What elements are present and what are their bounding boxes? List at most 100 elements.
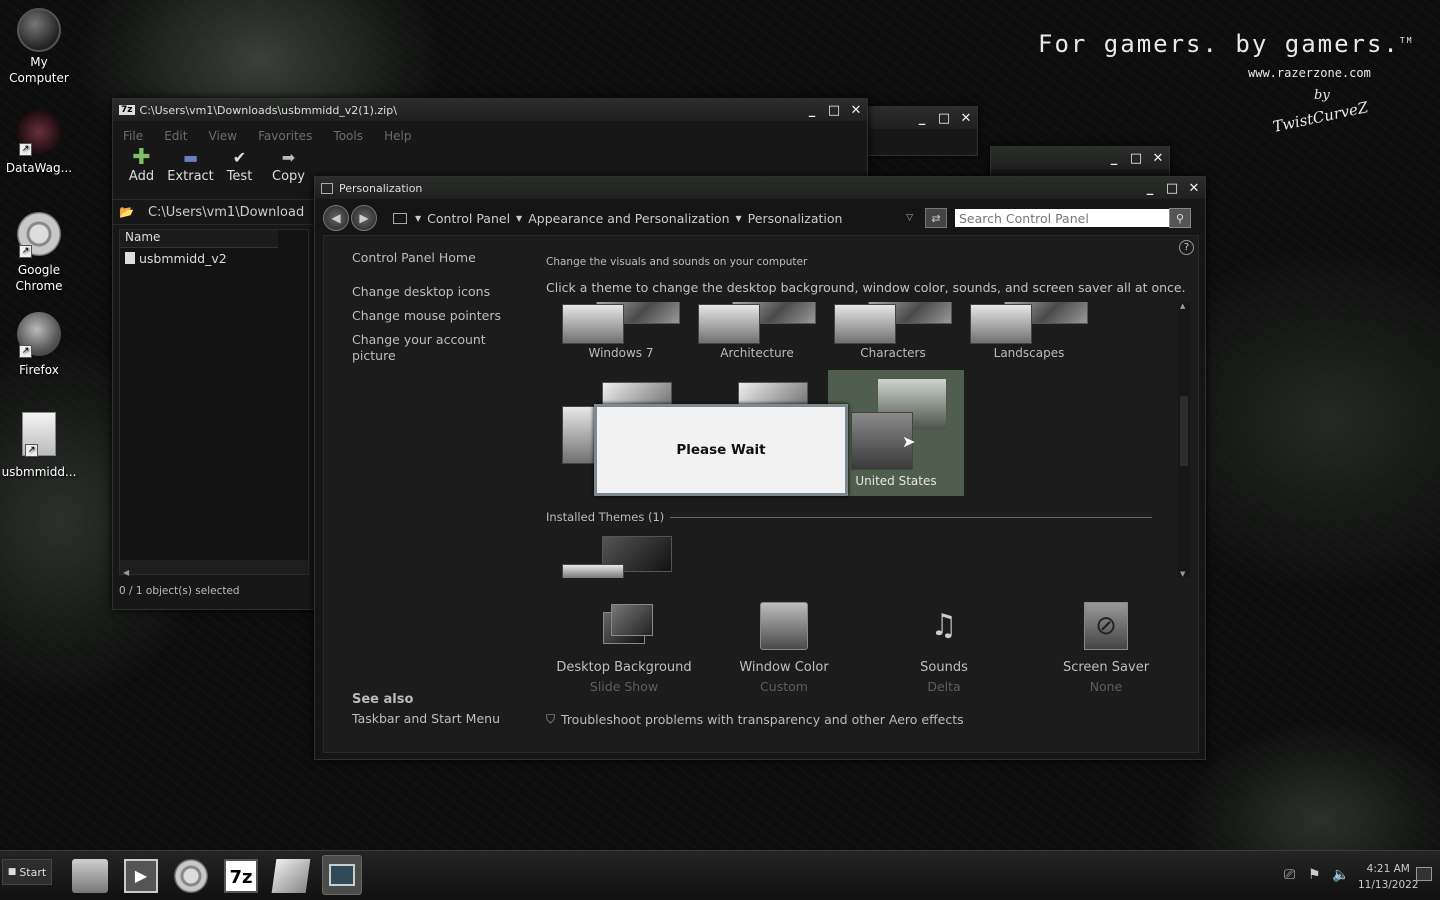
zip-path[interactable]: C:\Users\vm1\Download xyxy=(148,205,304,220)
close-icon[interactable]: ✕ xyxy=(845,101,867,119)
history-dropdown-icon[interactable]: ▽ xyxy=(906,213,913,223)
taskbar-7zip-icon[interactable]: 7z xyxy=(224,859,258,893)
test-button[interactable]: ✔ Test xyxy=(215,147,264,195)
scroll-left-icon[interactable]: ◀ xyxy=(120,568,129,577)
background-window-1[interactable]: _ □ ✕ xyxy=(860,106,978,156)
menu-view[interactable]: View xyxy=(209,129,237,143)
menu-edit[interactable]: Edit xyxy=(164,129,187,143)
desktop-icon-my-computer[interactable]: My Computer xyxy=(0,8,78,86)
add-button[interactable]: ✚ Add xyxy=(117,147,166,195)
taskbar-start-menu-link[interactable]: Taskbar and Start Menu xyxy=(352,707,500,731)
taskbar-media-player-icon[interactable]: ▶ xyxy=(124,859,158,893)
refresh-button[interactable]: ⇄ xyxy=(925,208,947,228)
copy-button[interactable]: ➡ Copy xyxy=(264,147,313,195)
minimize-icon[interactable]: _ xyxy=(911,109,933,127)
chevron-down-icon[interactable]: ▼ xyxy=(736,214,742,223)
breadcrumb-appearance[interactable]: Appearance and Personalization xyxy=(528,211,729,226)
taskbar-control-panel-icon[interactable] xyxy=(322,855,362,895)
change-account-picture-link[interactable]: Change your account picture xyxy=(352,332,512,364)
start-button[interactable]: ■ Start xyxy=(2,859,52,885)
installed-themes-header: Installed Themes (1) xyxy=(546,510,1152,524)
screen-saver-icon: ⊘ xyxy=(1084,602,1128,650)
theme-architecture[interactable]: Architecture xyxy=(692,302,822,360)
breadcrumb-root-icon[interactable] xyxy=(393,212,407,224)
vertical-scrollbar[interactable]: ▲ ▼ xyxy=(1178,302,1190,578)
personalization-titlebar[interactable]: Personalization _ □ ✕ xyxy=(315,177,1205,199)
zip-titlebar[interactable]: 7z C:\Users\vm1\Downloads\usbmmidd_v2(1)… xyxy=(113,99,867,121)
extract-button[interactable]: ▬ Extract xyxy=(166,147,215,195)
minimize-icon[interactable]: _ xyxy=(1103,149,1125,167)
breadcrumb-personalization[interactable]: Personalization xyxy=(748,211,843,226)
desktop-icon-usbmmidd[interactable]: ↗ usbmmidd... xyxy=(0,412,78,480)
firefox-icon: ↗ xyxy=(17,312,61,358)
theme-united-states[interactable]: United States xyxy=(828,370,964,496)
maximize-icon[interactable]: □ xyxy=(1161,179,1183,197)
desktop-background-label: Desktop Background xyxy=(556,660,692,675)
taskbar-notepad-icon[interactable] xyxy=(271,859,311,893)
desktop-icon-datawag[interactable]: ↗ DataWag... xyxy=(0,110,78,176)
control-panel-home-link[interactable]: Control Panel Home xyxy=(352,246,512,270)
menu-favorites[interactable]: Favorites xyxy=(258,129,312,143)
help-icon[interactable]: ? xyxy=(1179,240,1194,255)
minimize-icon[interactable]: _ xyxy=(1139,179,1161,197)
menu-tools[interactable]: Tools xyxy=(333,129,363,143)
maximize-icon[interactable]: □ xyxy=(823,101,845,119)
change-desktop-icons-link[interactable]: Change desktop icons xyxy=(352,280,512,304)
troubleshoot-link[interactable]: ⛉ Troubleshoot problems with transparenc… xyxy=(546,712,964,727)
action-center-flag-icon[interactable]: ⚑ xyxy=(1308,867,1321,883)
taskbar-explorer-icon[interactable] xyxy=(72,859,108,893)
scroll-thumb[interactable] xyxy=(1180,396,1188,466)
personalization-window[interactable]: Personalization _ □ ✕ ◀ ▶ ▼ Control Pane… xyxy=(314,176,1206,760)
desktop-icon-chrome[interactable]: ↗ Google Chrome xyxy=(0,212,78,294)
taskbar-chrome-icon[interactable] xyxy=(174,859,208,893)
theme-label: Landscapes xyxy=(993,346,1065,360)
desktop-icon-firefox[interactable]: ↗ Firefox xyxy=(0,312,78,378)
window-color-button[interactable]: Window Color Custom xyxy=(714,602,854,694)
chevron-down-icon[interactable]: ▼ xyxy=(415,214,421,223)
theme-characters[interactable]: Characters xyxy=(828,302,958,360)
breadcrumb-control-panel[interactable]: Control Panel xyxy=(427,211,510,226)
window-color-label: Window Color xyxy=(739,660,829,675)
folder-up-icon[interactable]: 📂 xyxy=(119,205,134,219)
scroll-up-icon[interactable]: ▲ xyxy=(1180,302,1185,310)
clock-date: 11/13/2022 xyxy=(1358,879,1419,891)
search-button[interactable]: ⚲ xyxy=(1169,208,1191,228)
theme-windows-7[interactable]: Windows 7 xyxy=(556,302,686,360)
datawag-icon: ↗ xyxy=(17,110,61,156)
theme-thumbnail xyxy=(562,302,680,344)
close-icon[interactable]: ✕ xyxy=(955,109,977,127)
forward-button[interactable]: ▶ xyxy=(351,205,377,231)
chevron-down-icon[interactable]: ▼ xyxy=(516,214,522,223)
minimize-icon[interactable]: _ xyxy=(801,101,823,119)
plus-icon: ✚ xyxy=(132,145,151,170)
menu-file[interactable]: File xyxy=(123,129,143,143)
show-desktop-icon[interactable] xyxy=(1416,867,1432,881)
desktop-background-value: Slide Show xyxy=(589,679,659,694)
maximize-icon[interactable]: □ xyxy=(1125,149,1147,167)
list-item[interactable]: usbmmidd_v2 xyxy=(120,248,308,269)
network-icon[interactable]: ⎚ xyxy=(1284,867,1295,883)
theme-landscapes[interactable]: Landscapes xyxy=(964,302,1094,360)
volume-icon[interactable]: 🔈 xyxy=(1332,867,1349,883)
file-icon xyxy=(125,252,135,264)
screen-saver-button[interactable]: ⊘ Screen Saver None xyxy=(1036,602,1176,694)
change-mouse-pointers-link[interactable]: Change mouse pointers xyxy=(352,304,512,328)
desktop-background-button[interactable]: Desktop Background Slide Show xyxy=(554,602,694,694)
sounds-button[interactable]: ♫ Sounds Delta xyxy=(874,602,1014,694)
search-input[interactable] xyxy=(955,209,1169,227)
background-window-2[interactable]: _ □ ✕ xyxy=(990,146,1170,178)
close-icon[interactable]: ✕ xyxy=(1147,149,1169,167)
column-header-name[interactable]: Name xyxy=(120,230,278,248)
close-icon[interactable]: ✕ xyxy=(1183,179,1205,197)
see-also: See also Taskbar and Start Menu xyxy=(352,692,500,731)
horizontal-scrollbar[interactable]: ◀ xyxy=(120,560,308,577)
theme-installed[interactable] xyxy=(556,534,686,578)
menu-help[interactable]: Help xyxy=(384,129,411,143)
maximize-icon[interactable]: □ xyxy=(933,109,955,127)
scroll-down-icon[interactable]: ▼ xyxy=(1180,570,1185,578)
back-button[interactable]: ◀ xyxy=(323,205,349,231)
page-description: Click a theme to change the desktop back… xyxy=(546,280,1186,295)
refresh-icon: ⇄ xyxy=(931,211,941,225)
clock[interactable]: 4:21 AM 11/13/2022 xyxy=(1358,861,1419,893)
sidebar: Control Panel Home Change desktop icons … xyxy=(352,246,512,364)
